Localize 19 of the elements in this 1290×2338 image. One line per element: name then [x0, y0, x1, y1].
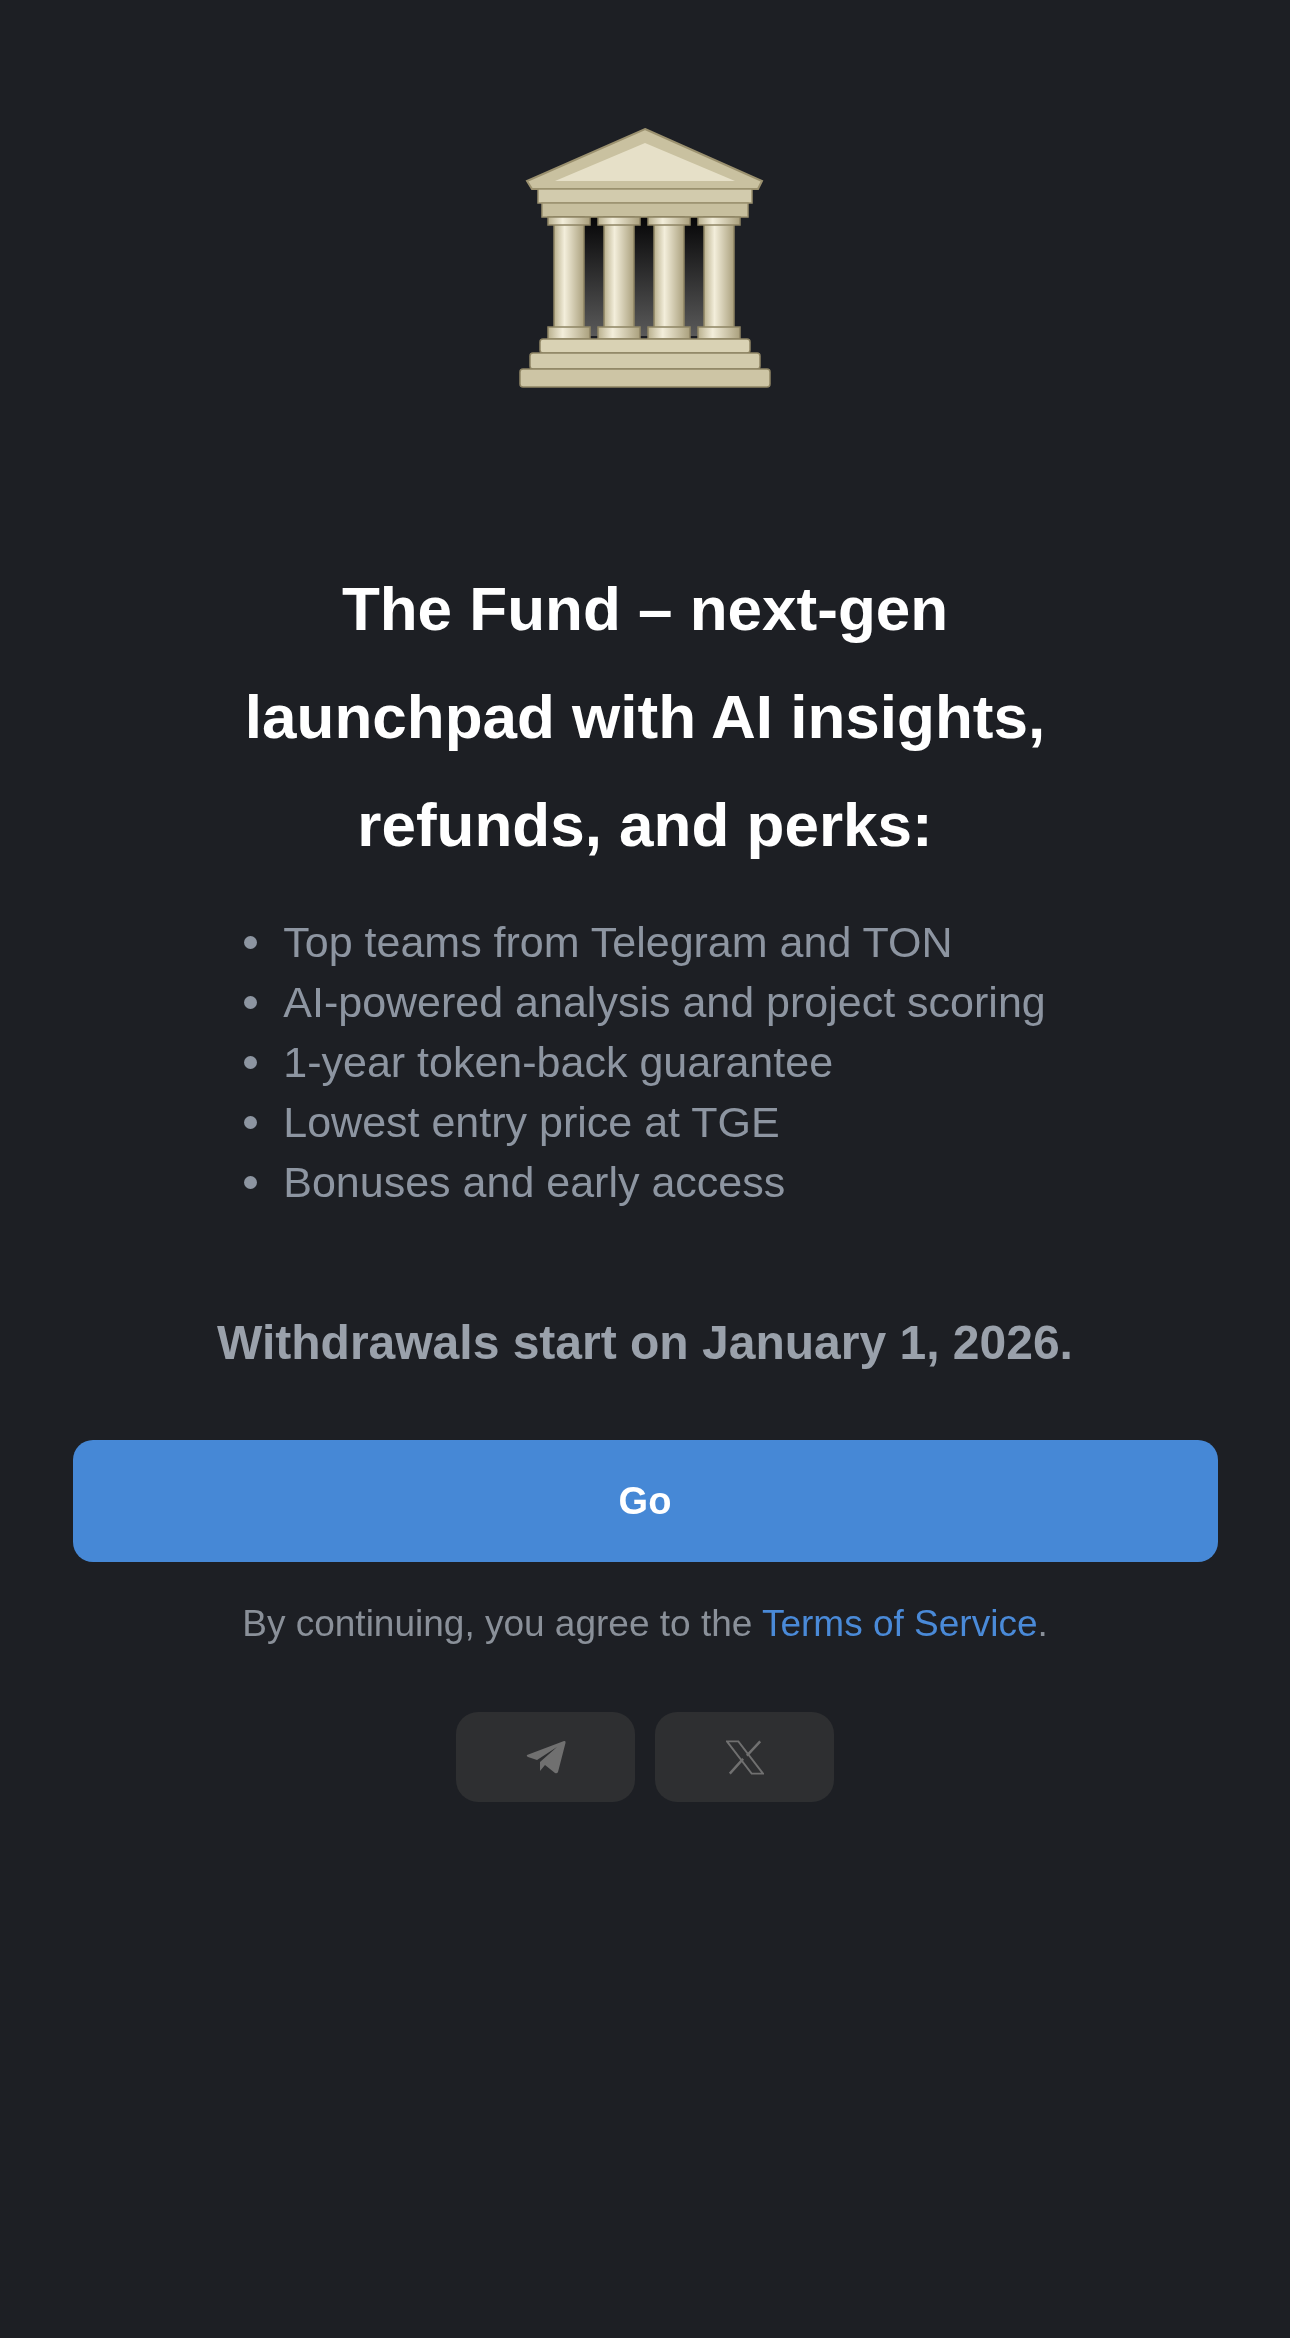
bullet-icon	[244, 1115, 258, 1129]
headline: The Fund – next-gen launchpad with AI insights, refunds, and perks:	[243, 573, 1047, 861]
bullet-icon	[244, 935, 258, 949]
feature-text: Top teams from Telegram and TON	[283, 917, 953, 968]
feature-text: Bonuses and early access	[283, 1157, 786, 1208]
classical-building-icon	[516, 127, 774, 389]
terms-link[interactable]: Terms of Service	[761, 1603, 1038, 1644]
bullet-icon	[244, 995, 258, 1009]
paper-plane-icon	[525, 1740, 566, 1774]
bullet-icon	[244, 1175, 258, 1189]
x-logo-icon	[725, 1739, 764, 1775]
go-button[interactable]: Go	[72, 1440, 1218, 1562]
feature-text: 1-year token-back guarantee	[283, 1037, 834, 1088]
bullet-icon	[244, 1055, 258, 1069]
social-link-button[interactable]	[456, 1712, 635, 1802]
feature-text: Lowest entry price at TGE	[283, 1097, 780, 1148]
feature-text: AI-powered analysis and project scoring	[283, 977, 1046, 1028]
withdrawal-notice: Withdrawals start on January 1, 2026.	[217, 1315, 1073, 1371]
terms-text: By continuing, you agree to the Terms of Service.	[242, 1602, 1048, 1646]
